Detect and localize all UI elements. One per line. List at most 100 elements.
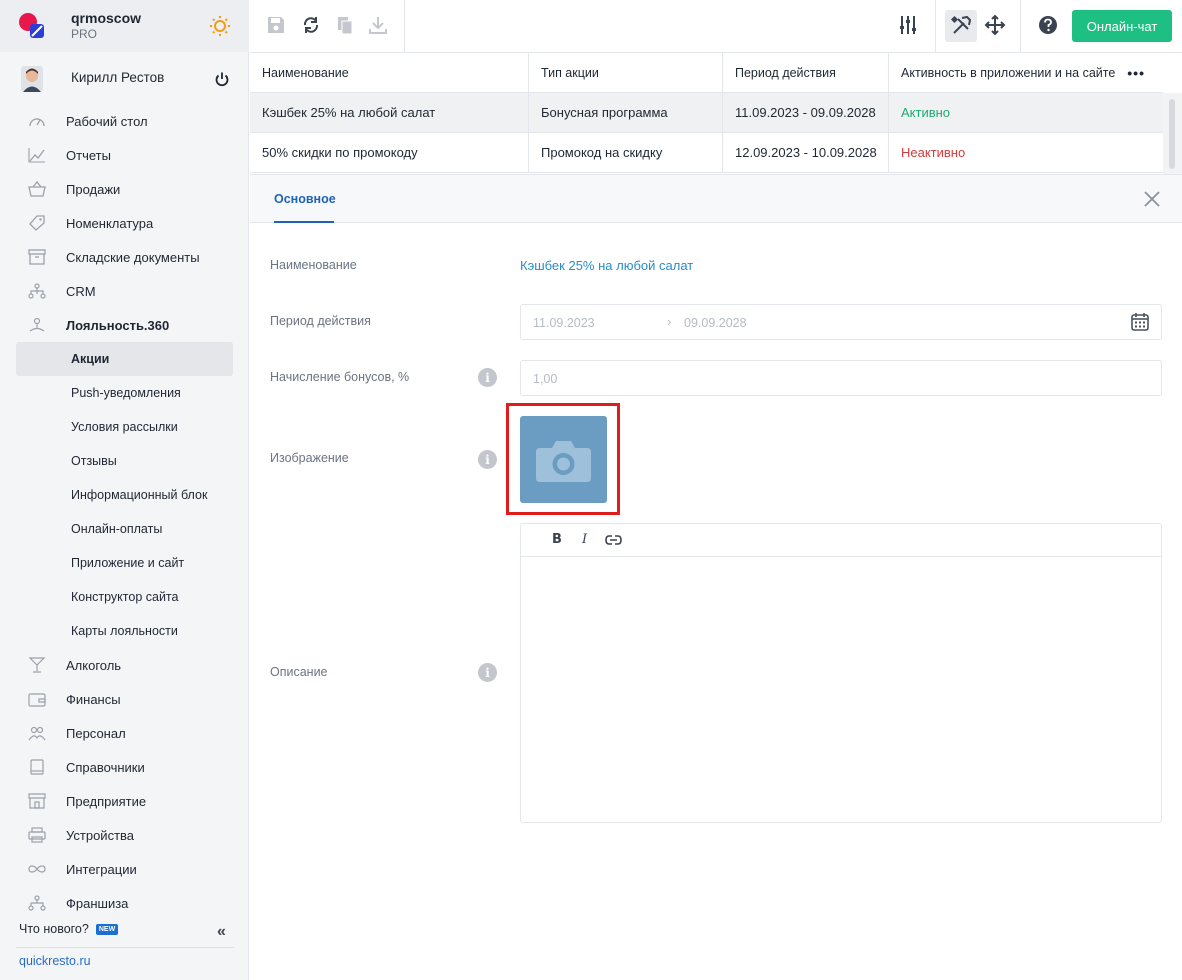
avatar[interactable] <box>21 66 43 92</box>
user-name[interactable]: Кирилл Рестов <box>71 70 164 85</box>
sidebar-subitem-site-builder[interactable]: Конструктор сайта <box>0 580 249 614</box>
italic-button[interactable]: I <box>582 532 587 547</box>
sidebar-item-enterprise[interactable]: Предприятие <box>0 784 249 818</box>
sidebar-subitem-label: Акции <box>71 352 110 366</box>
copy-icon[interactable] <box>334 14 356 36</box>
collapse-sidebar-icon[interactable]: « <box>217 923 226 941</box>
field-label-description: Описание <box>270 665 328 679</box>
tab-indicator <box>274 221 334 223</box>
top-toolbar: Онлайн-чат <box>250 0 1182 53</box>
sidebar-item-label: Продажи <box>66 181 121 197</box>
image-upload-button[interactable] <box>520 416 607 503</box>
sidebar-subitem-app-site[interactable]: Приложение и сайт <box>0 546 249 580</box>
sidebar-item-label: Персонал <box>66 725 126 741</box>
sidebar-subitem-label: Информационный блок <box>71 488 208 502</box>
toolbar-divider <box>935 0 936 52</box>
sidebar-item-staff[interactable]: Персонал <box>0 716 249 750</box>
column-header-type[interactable]: Тип акции <box>529 53 723 92</box>
status-inactive: Неактивно <box>901 145 966 160</box>
sidebar-item-franchise[interactable]: Франшиза <box>0 886 249 920</box>
sidebar-subitem-promotions[interactable]: Акции <box>16 342 233 376</box>
sidebar-subitem-push[interactable]: Push-уведомления <box>0 376 249 410</box>
sidebar-subitem-info-block[interactable]: Информационный блок <box>0 478 249 512</box>
date-to[interactable]: 09.09.2028 <box>684 316 747 330</box>
date-from[interactable]: 11.09.2023 <box>533 316 595 330</box>
table-row[interactable]: Кэшбек 25% на любой салат Бонусная прогр… <box>250 93 1163 133</box>
sidebar-item-alcohol[interactable]: Алкоголь <box>0 648 249 682</box>
hierarchy-icon <box>28 895 46 911</box>
sidebar-subitem-label: Приложение и сайт <box>71 556 185 570</box>
sun-icon[interactable] <box>209 15 231 37</box>
sidebar-item-reports[interactable]: Отчеты <box>0 138 249 172</box>
sidebar-item-label: Финансы <box>66 691 121 707</box>
sidebar-item-nomenclature[interactable]: Номенклатура <box>0 206 249 240</box>
sidebar-item-crm[interactable]: CRM <box>0 274 249 308</box>
more-icon[interactable]: ••• <box>1127 65 1145 81</box>
save-icon[interactable] <box>265 14 287 36</box>
table-row[interactable]: 50% скидки по промокоду Промокод на скид… <box>250 133 1163 173</box>
info-icon[interactable]: i <box>478 450 497 469</box>
bold-button[interactable]: B <box>552 532 562 547</box>
calendar-icon[interactable] <box>1130 312 1150 332</box>
sidebar-item-sales[interactable]: Продажи <box>0 172 249 206</box>
bonus-percent-input[interactable]: 1,00 <box>520 360 1162 396</box>
wallet-icon <box>28 693 46 707</box>
download-icon[interactable] <box>367 14 389 36</box>
column-header-period[interactable]: Период действия <box>723 53 889 92</box>
bonus-placeholder: 1,00 <box>533 372 558 386</box>
sidebar-subitem-label: Карты лояльности <box>71 624 178 638</box>
description-editor[interactable]: B I <box>520 523 1162 823</box>
refresh-icon[interactable] <box>300 14 322 36</box>
chart-line-icon <box>28 148 45 163</box>
column-header-activity[interactable]: Активность в приложении и на сайте ••• <box>889 53 1163 92</box>
sidebar-item-integrations[interactable]: Интеграции <box>0 852 249 886</box>
link-icon[interactable] <box>605 533 622 547</box>
loyalty-icon <box>29 317 45 332</box>
move-icon[interactable] <box>984 14 1006 36</box>
tools-icon[interactable] <box>950 15 972 37</box>
sidebar-subitem-label: Push-уведомления <box>71 386 181 400</box>
sidebar-item-label: Справочники <box>66 759 145 775</box>
divider <box>16 947 234 948</box>
online-chat-button[interactable]: Онлайн-чат <box>1072 10 1172 42</box>
whats-new-link[interactable]: Что нового? NEW <box>19 922 119 936</box>
camera-icon <box>536 441 591 482</box>
sidebar-subitem-loyalty-cards[interactable]: Карты лояльности <box>0 614 249 648</box>
status-active: Активно <box>901 105 951 120</box>
site-link[interactable]: quickresto.ru <box>19 954 91 968</box>
brand-logo-icon <box>19 13 44 38</box>
sidebar-subitem-label: Конструктор сайта <box>71 590 179 604</box>
power-icon[interactable] <box>214 71 230 87</box>
sidebar-item-warehouse-docs[interactable]: Складские документы <box>0 240 249 274</box>
book-icon <box>30 759 44 775</box>
user-panel: Кирилл Рестов <box>0 52 249 104</box>
sidebar-item-loyalty[interactable]: Лояльность.360 <box>0 308 249 342</box>
cocktail-icon <box>28 657 46 673</box>
sidebar-subitem-mailing-conditions[interactable]: Условия рассылки <box>0 410 249 444</box>
sidebar-item-finance[interactable]: Финансы <box>0 682 249 716</box>
new-badge: NEW <box>95 923 119 935</box>
sidebar-subitem-online-payments[interactable]: Онлайн-оплаты <box>0 512 249 546</box>
sidebar-subitem-reviews[interactable]: Отзывы <box>0 444 249 478</box>
sidebar-item-label: CRM <box>66 283 96 299</box>
sidebar-item-dashboard[interactable]: Рабочий стол <box>0 104 249 138</box>
table-cell: Бонусная программа <box>529 93 723 132</box>
org-name[interactable]: qrmoscow <box>71 10 141 26</box>
field-label-period: Период действия <box>270 314 371 328</box>
sidebar-item-devices[interactable]: Устройства <box>0 818 249 852</box>
sidebar-item-label: Франшиза <box>66 895 129 911</box>
sidebar-item-references[interactable]: Справочники <box>0 750 249 784</box>
close-icon[interactable] <box>1143 190 1161 208</box>
period-date-range[interactable]: 11.09.2023 › 09.09.2028 <box>520 304 1162 340</box>
sidebar-item-label: Номенклатура <box>66 215 154 231</box>
info-icon[interactable]: i <box>478 663 497 682</box>
column-header-name[interactable]: Наименование <box>250 53 529 92</box>
scrollbar-thumb[interactable] <box>1169 99 1175 169</box>
info-icon[interactable]: i <box>478 368 497 387</box>
table-scrollbar[interactable] <box>1163 93 1182 174</box>
filter-sliders-icon[interactable] <box>897 14 919 36</box>
tab-main[interactable]: Основное <box>274 192 336 206</box>
name-value-link[interactable]: Кэшбек 25% на любой салат <box>520 258 693 273</box>
chevron-right-icon: › <box>667 314 672 329</box>
help-icon[interactable] <box>1037 14 1059 36</box>
